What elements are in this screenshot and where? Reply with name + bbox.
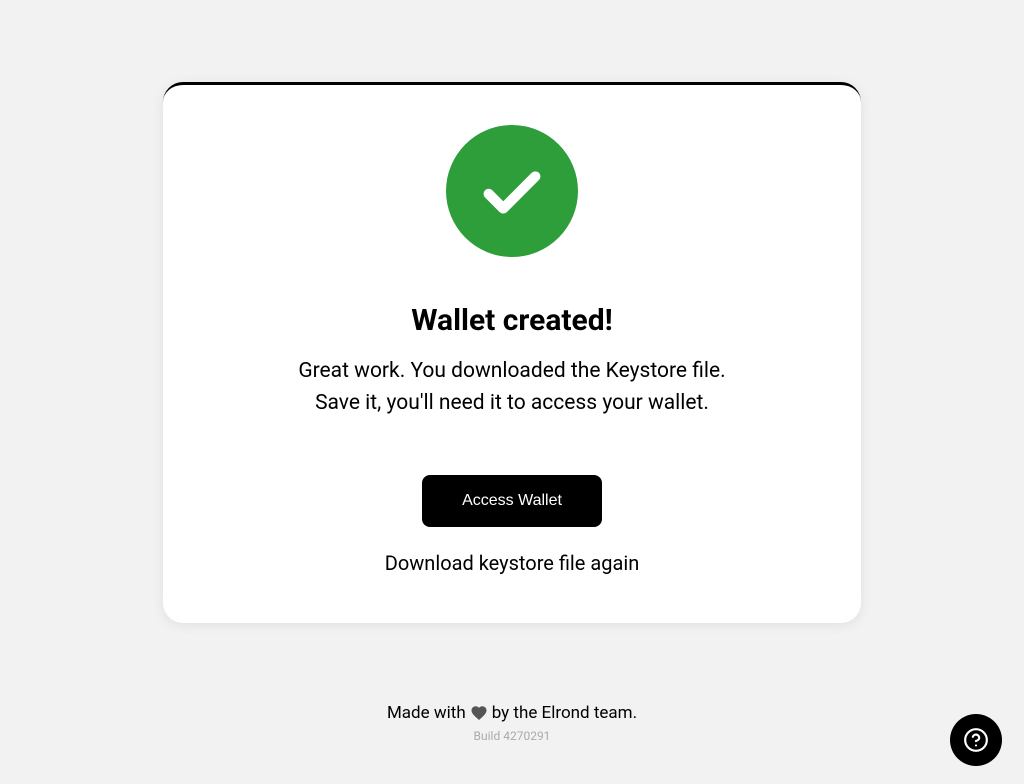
footer: Made with by the Elrond team. Build 4270… (387, 703, 637, 743)
help-icon (963, 727, 989, 753)
download-keystore-again-link[interactable]: Download keystore file again (385, 551, 640, 575)
wallet-created-subtitle: Great work. You downloaded the Keystore … (298, 356, 725, 419)
footer-credit: Made with by the Elrond team. (387, 703, 637, 723)
wallet-created-card: Wallet created! Great work. You download… (163, 82, 861, 623)
help-button[interactable] (950, 714, 1002, 766)
subtitle-line-2: Save it, you'll need it to access your w… (298, 388, 725, 420)
footer-prefix: Made with (387, 703, 466, 723)
subtitle-line-1: Great work. You downloaded the Keystore … (298, 356, 725, 388)
wallet-created-title: Wallet created! (411, 303, 612, 338)
footer-build: Build 4270291 (387, 729, 637, 743)
heart-icon (470, 704, 488, 722)
access-wallet-button[interactable]: Access Wallet (422, 475, 602, 527)
footer-suffix: by the Elrond team. (492, 703, 637, 723)
success-check-icon (446, 125, 578, 257)
